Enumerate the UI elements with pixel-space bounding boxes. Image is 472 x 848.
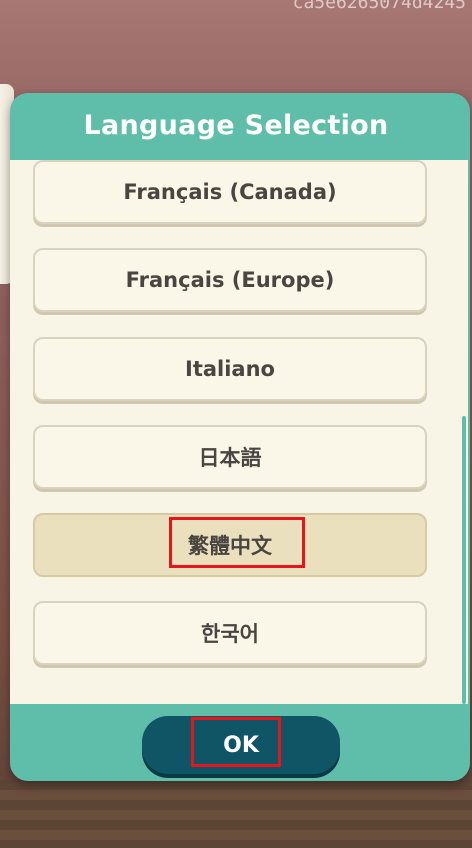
language-option-italiano[interactable]: Italiano [33, 337, 427, 401]
language-label: 한국어 [201, 622, 259, 646]
language-option-francais-canada[interactable]: Français (Canada) [33, 160, 427, 224]
floor [0, 780, 472, 848]
language-option-korean[interactable]: 한국어 [33, 601, 427, 665]
scrollbar[interactable] [462, 416, 466, 704]
language-label: Italiano [185, 357, 275, 381]
language-label: Français (Europe) [125, 268, 335, 292]
dialog-title: Language Selection [83, 110, 389, 141]
language-option-francais-europe[interactable]: Français (Europe) [33, 248, 427, 312]
highlight-box-selected-language [169, 517, 305, 568]
language-option-japanese[interactable]: 日本語 [33, 425, 427, 489]
language-label: Français (Canada) [123, 180, 337, 204]
highlight-box-ok [191, 717, 281, 767]
device-id-text: ca5e6265074d4245 [292, 0, 466, 13]
language-label: 日本語 [198, 446, 262, 470]
